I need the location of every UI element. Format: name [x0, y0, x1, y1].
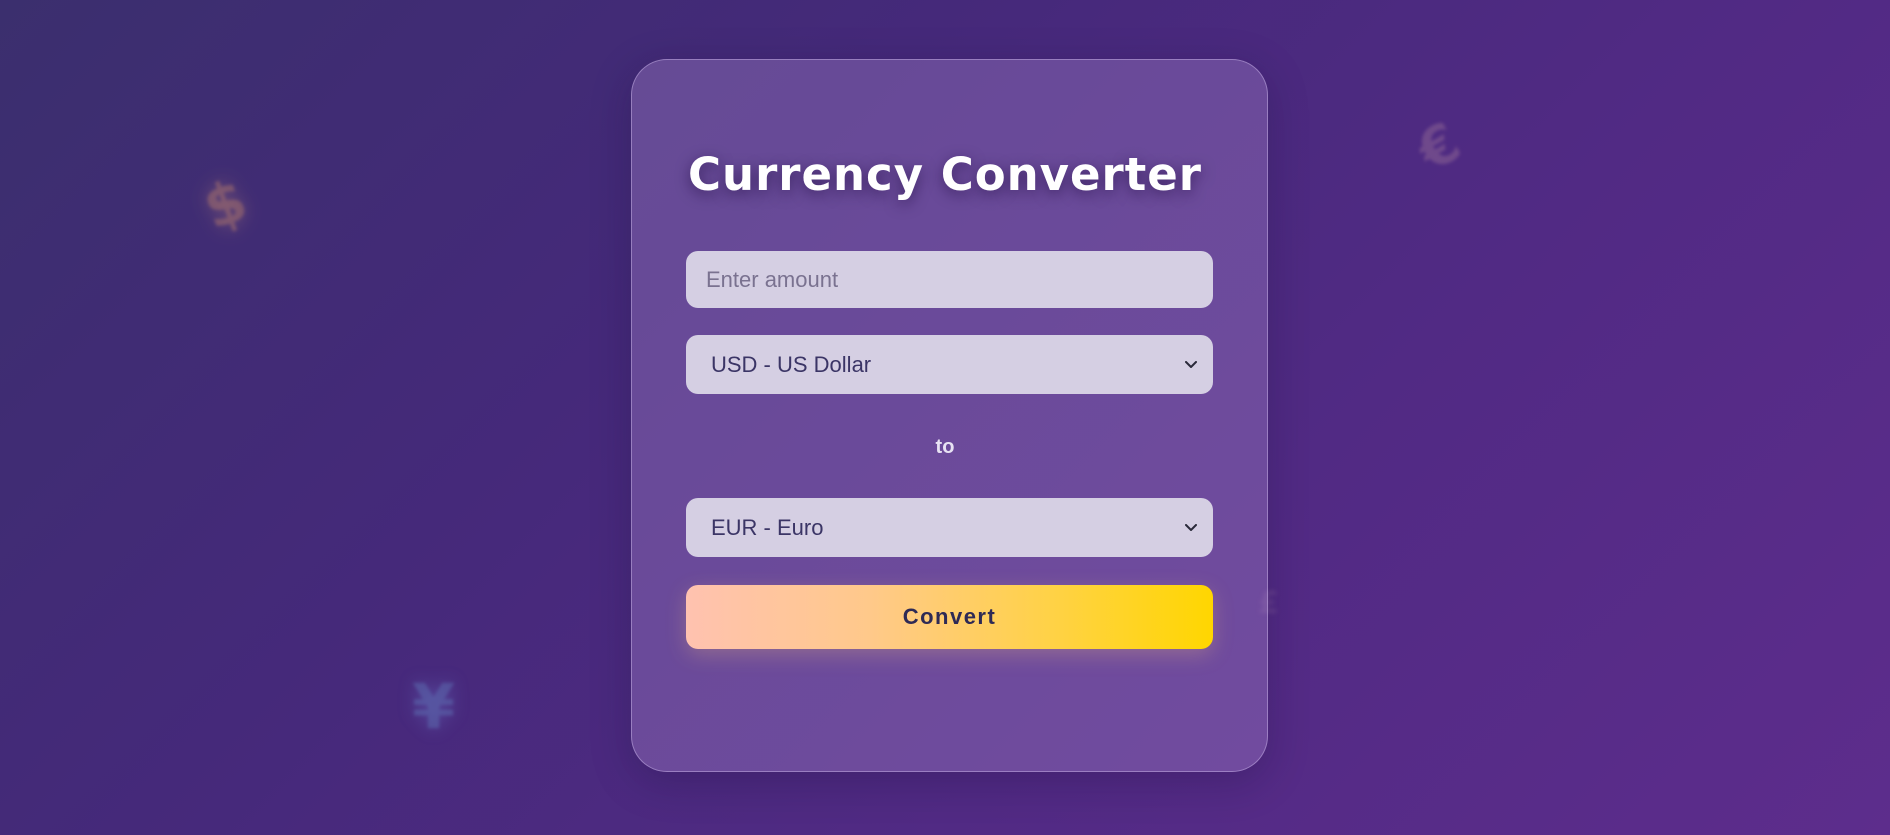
to-currency-select[interactable]: EUR - Euro	[686, 498, 1213, 557]
currency-converter-page: { "app": { "title": "Currency Converter"…	[0, 0, 1890, 835]
from-currency-select[interactable]: USD - US Dollar	[686, 335, 1213, 394]
to-separator-label: to	[935, 436, 955, 458]
chevron-down-icon	[1183, 357, 1199, 373]
convert-button[interactable]: Convert	[686, 585, 1213, 649]
amount-input[interactable]: Enter amount	[686, 251, 1213, 308]
yen-decoration-icon: ¥	[412, 670, 456, 743]
chevron-down-icon	[1183, 520, 1199, 536]
to-currency-value: EUR - Euro	[711, 514, 824, 540]
amount-placeholder: Enter amount	[706, 266, 839, 292]
page-title: Currency Converter	[688, 148, 1202, 201]
from-currency-value: USD - US Dollar	[711, 351, 872, 377]
